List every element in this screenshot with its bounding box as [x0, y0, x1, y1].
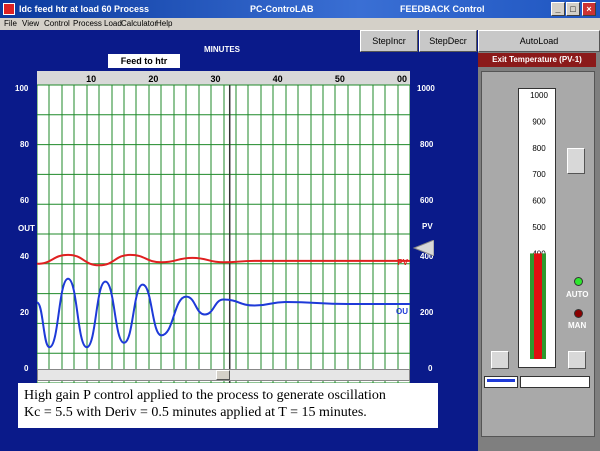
time-tick-label: 20: [148, 74, 158, 84]
menu-load[interactable]: Load: [104, 19, 122, 28]
title-bar: ldc feed htr at load 60 Process PC-Contr…: [0, 0, 600, 18]
step-decr-button[interactable]: StepDecr: [419, 30, 477, 52]
time-tick-label: 40: [273, 74, 283, 84]
app-title: PC-ControLAB: [250, 4, 314, 14]
close-button[interactable]: ×: [582, 2, 596, 16]
output-down-button[interactable]: [491, 351, 509, 369]
trend-tab[interactable]: Feed to htr: [108, 54, 180, 68]
trend-chart: 102030405000PVOUADLO: [36, 71, 411, 384]
gauge-inner-fill: [534, 253, 542, 359]
menu-file[interactable]: File: [4, 19, 17, 28]
maximize-button[interactable]: □: [566, 2, 580, 16]
right-tick-200: 200: [420, 308, 434, 317]
left-tick-60: 60: [20, 196, 29, 205]
setpoint-pointer-icon[interactable]: [412, 240, 434, 256]
scrollbar-thumb[interactable]: [216, 370, 230, 380]
gauge-tick-label: 700: [532, 170, 546, 179]
output-bar: [484, 376, 518, 388]
app-icon: [3, 3, 15, 15]
out-axis-label: OUT: [18, 224, 35, 233]
pv-axis-label: PV: [422, 222, 433, 231]
output-readout: [520, 376, 590, 388]
right-tick-600: 600: [420, 196, 434, 205]
minutes-label: MINUTES: [204, 45, 240, 54]
mode-title: FEEDBACK Control: [400, 4, 485, 14]
right-tick-800: 800: [420, 140, 434, 149]
gauge-tick-label: 800: [532, 144, 546, 153]
right-tick-0: 0: [428, 364, 433, 373]
menu-help[interactable]: Help: [156, 19, 172, 28]
window-title: ldc feed htr at load 60 Process: [19, 4, 150, 14]
output-bar-fill: [487, 379, 515, 382]
left-tick-40: 40: [20, 252, 29, 261]
time-scrollbar[interactable]: [37, 369, 410, 381]
auto-indicator-icon[interactable]: [574, 277, 583, 286]
pv-series-tag: PV: [397, 258, 408, 267]
man-indicator-icon[interactable]: [574, 309, 583, 318]
gauge-tick-label: 600: [532, 197, 546, 206]
left-tick-80: 80: [20, 140, 29, 149]
time-tick-label: 30: [210, 74, 220, 84]
left-tick-100: 100: [15, 84, 29, 93]
menu-control[interactable]: Control: [44, 19, 70, 28]
left-tick-0: 0: [24, 364, 29, 373]
minimize-button[interactable]: _: [551, 2, 565, 16]
gauge-tick-label: 1000: [530, 91, 548, 100]
menu-process[interactable]: Process: [73, 19, 102, 28]
right-tick-1000: 1000: [417, 84, 435, 93]
gauge-tick-label: 500: [532, 223, 546, 232]
time-tick-label: 50: [335, 74, 345, 84]
output-up-button[interactable]: [568, 351, 586, 369]
ou-series-tag: OU: [396, 307, 408, 316]
note-line-1: High gain P control applied to the proce…: [24, 388, 386, 403]
time-tick-label: 10: [86, 74, 96, 84]
pv-bar-gauge: 1000900800700600500400300200100: [518, 88, 556, 368]
auto-load-button[interactable]: AutoLoad: [478, 30, 600, 52]
trend-chart-svg: 102030405000PVOUADLO: [36, 71, 411, 384]
setpoint-slider-button[interactable]: [567, 148, 585, 174]
exit-temperature-header: Exit Temperature (PV-1): [478, 53, 596, 67]
step-incr-button[interactable]: StepIncr: [360, 30, 418, 52]
note-line-2: Kc = 5.5 with Deriv = 0.5 minutes applie…: [24, 405, 367, 420]
menu-view[interactable]: View: [22, 19, 39, 28]
time-tick-label: 00: [397, 74, 407, 84]
gauge-svg: 1000900800700600500400300200100: [530, 91, 548, 359]
menu-bar: File View Control Process Load Calculato…: [0, 18, 600, 30]
annotation-note: High gain P control applied to the proce…: [18, 383, 438, 428]
gauge-tick-label: 900: [532, 117, 546, 126]
auto-label: AUTO: [566, 290, 589, 299]
man-label: MAN: [568, 321, 587, 330]
menu-calculator[interactable]: Calculator: [121, 19, 157, 28]
left-tick-20: 20: [20, 308, 29, 317]
